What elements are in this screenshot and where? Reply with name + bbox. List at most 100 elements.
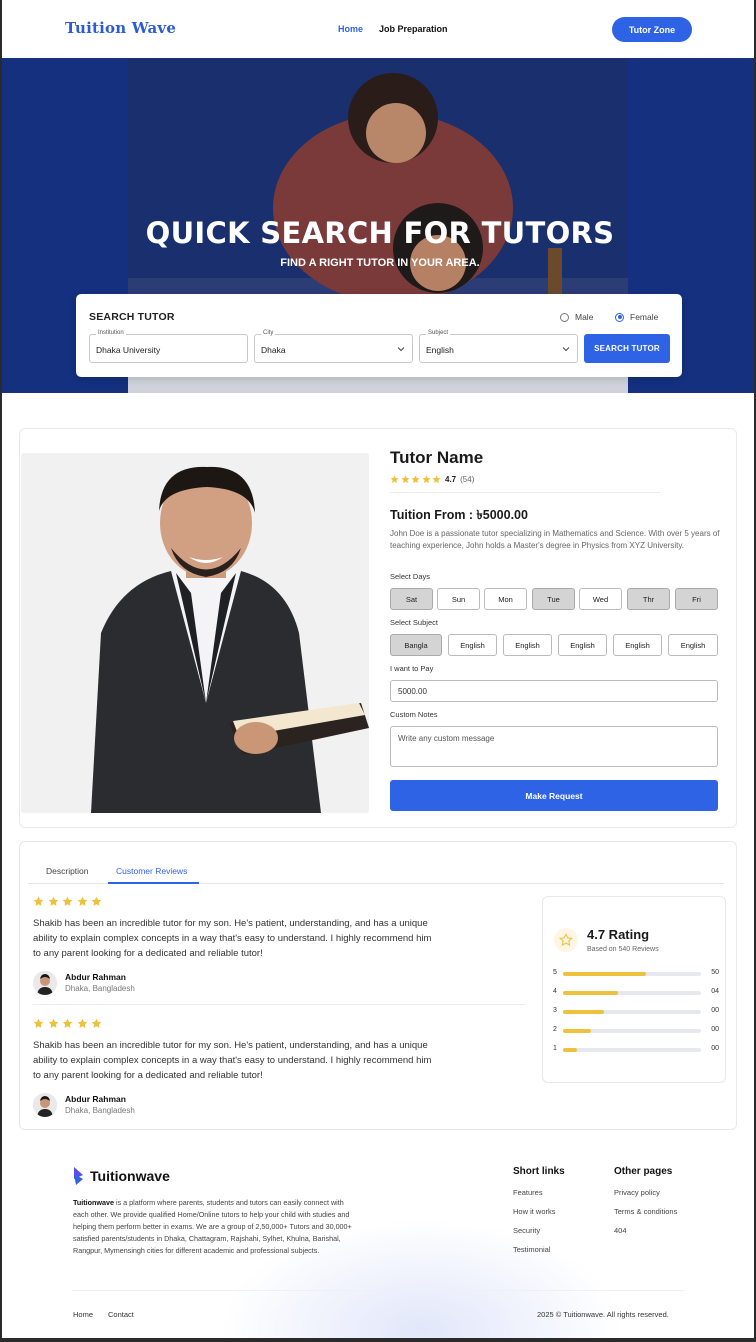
search-tutor-button[interactable]: SEARCH TUTOR (584, 334, 670, 363)
site-logo[interactable]: Tuition Wave (65, 19, 176, 37)
nav-home-link[interactable]: Home (338, 24, 363, 34)
day-chip-wed[interactable]: Wed (579, 588, 622, 610)
star-icon (401, 475, 410, 484)
star-icon (77, 896, 88, 907)
pay-amount-input[interactable]: 5000.00 (390, 680, 718, 702)
star-icon (33, 896, 44, 907)
bar-count: 50 (711, 969, 719, 976)
star-icon (91, 896, 102, 907)
institution-field[interactable]: Institution Dhaka University (89, 330, 248, 363)
review-divider (33, 1004, 525, 1005)
bar-fill (563, 1010, 605, 1014)
field-value: Dhaka (261, 345, 286, 355)
star-icon (390, 475, 399, 484)
avatar (33, 1093, 57, 1117)
rating-summary-subtitle: Based on 540 Reviews (587, 946, 659, 953)
footer-link-terms[interactable]: Terms & conditions (614, 1207, 677, 1216)
footer-description-text: is a platform where parents, students an… (73, 1198, 352, 1255)
chevron-down-icon (562, 347, 570, 352)
subject-chip[interactable]: English (613, 634, 662, 656)
footer-link-404[interactable]: 404 (614, 1226, 627, 1235)
bar-fill (563, 991, 619, 995)
select-days-label: Select Days (390, 572, 431, 581)
tab-description[interactable]: Description (46, 866, 89, 876)
rating-bar-row: 4 04 (553, 988, 719, 998)
active-tab-indicator (108, 882, 199, 884)
bar-track (563, 991, 701, 995)
author-name: Abdur Rahman (65, 972, 126, 982)
tab-customer-reviews[interactable]: Customer Reviews (116, 866, 187, 876)
field-value: English (426, 345, 454, 355)
star-icon (62, 896, 73, 907)
gender-male-radio[interactable]: Male (560, 312, 593, 322)
field-label: Subject (426, 330, 451, 336)
tutor-zone-button[interactable]: Tutor Zone (612, 17, 692, 42)
divider (390, 492, 660, 493)
hero-title: QUICK SEARCH FOR TUTORS (145, 216, 615, 250)
footer-logo[interactable]: Tuitionwave (72, 1166, 170, 1186)
make-request-button[interactable]: Make Request (390, 780, 718, 811)
top-header: Tuition Wave Home Job Preparation Tutor … (2, 0, 754, 58)
radio-icon (560, 312, 569, 322)
short-links-title: Short links (513, 1166, 565, 1177)
bar-count: 00 (711, 1045, 719, 1052)
rating-bar-row: 5 50 (553, 969, 719, 979)
other-pages-title: Other pages (614, 1166, 673, 1177)
review-item: Shakib has been an incredible tutor for … (33, 896, 433, 997)
subject-chip[interactable]: English (503, 634, 552, 656)
footer-home-link[interactable]: Home (73, 1310, 93, 1319)
footer-link-features[interactable]: Features (513, 1188, 543, 1197)
bar-count: 04 (711, 988, 719, 995)
subject-chip[interactable]: English (558, 634, 607, 656)
footer-brand: Tuitionwave (73, 1198, 114, 1207)
footer-contact-link[interactable]: Contact (108, 1310, 134, 1319)
footer-link-privacy[interactable]: Privacy policy (614, 1188, 660, 1197)
subject-chip[interactable]: English (668, 634, 718, 656)
day-chip-tue[interactable]: Tue (532, 588, 575, 610)
subject-chip[interactable]: Bangla (390, 634, 442, 656)
footer-link-how-it-works[interactable]: How it works (513, 1207, 556, 1216)
rating-count: (54) (460, 475, 475, 484)
star-icon (432, 475, 441, 484)
day-chip-sun[interactable]: Sun (437, 588, 480, 610)
author-location: Dhaka, Bangladesh (65, 984, 135, 993)
star-icon (48, 1018, 59, 1029)
radio-checked-icon (615, 312, 624, 322)
nav-job-preparation-link[interactable]: Job Preparation (379, 24, 448, 34)
bar-track (563, 1029, 701, 1033)
review-stars (33, 896, 433, 907)
gender-female-radio[interactable]: Female (615, 312, 658, 322)
author-name: Abdur Rahman (65, 1094, 126, 1104)
page: Tuition Wave Home Job Preparation Tutor … (2, 0, 754, 1338)
rating-summary-title: 4.7 Rating (587, 927, 650, 942)
subject-select[interactable]: Subject English (419, 330, 578, 363)
subject-chip[interactable]: English (448, 634, 497, 656)
radio-label: Male (575, 312, 594, 322)
day-chip-mon[interactable]: Mon (484, 588, 527, 610)
tuition-price: Tuition From : ৳5000.00 (390, 508, 528, 522)
reviews-card: Description Customer Reviews Shakib has … (19, 841, 737, 1130)
bar-fill (563, 972, 646, 976)
star-icon (422, 475, 431, 484)
bar-track (563, 1048, 701, 1052)
field-label: Institution (96, 330, 126, 336)
day-chip-fri[interactable]: Fri (675, 588, 718, 610)
bar-count: 00 (711, 1026, 719, 1033)
custom-notes-textarea[interactable]: Write any custom message (390, 726, 718, 767)
footer-link-testimonial[interactable]: Testimonial (513, 1245, 551, 1254)
city-select[interactable]: City Dhaka (254, 330, 413, 363)
review-text: Shakib has been an incredible tutor for … (33, 918, 432, 959)
select-subject-label: Select Subject (390, 618, 438, 627)
day-chip-sat[interactable]: Sat (390, 588, 433, 610)
day-chip-thr[interactable]: Thr (627, 588, 670, 610)
bar-track (563, 1010, 701, 1014)
footer-link-security[interactable]: Security (513, 1226, 540, 1235)
tutor-name: Tutor Name (390, 448, 484, 467)
review-author: Abdur Rahman Dhaka, Bangladesh (33, 1093, 433, 1119)
star-icon (91, 1018, 102, 1029)
bar-label: 1 (553, 1045, 557, 1052)
chevron-down-icon (397, 347, 405, 352)
star-icon (48, 896, 59, 907)
rating-bar-row: 1 00 (553, 1045, 719, 1055)
tutor-description: John Doe is a passionate tutor specializ… (390, 529, 720, 550)
